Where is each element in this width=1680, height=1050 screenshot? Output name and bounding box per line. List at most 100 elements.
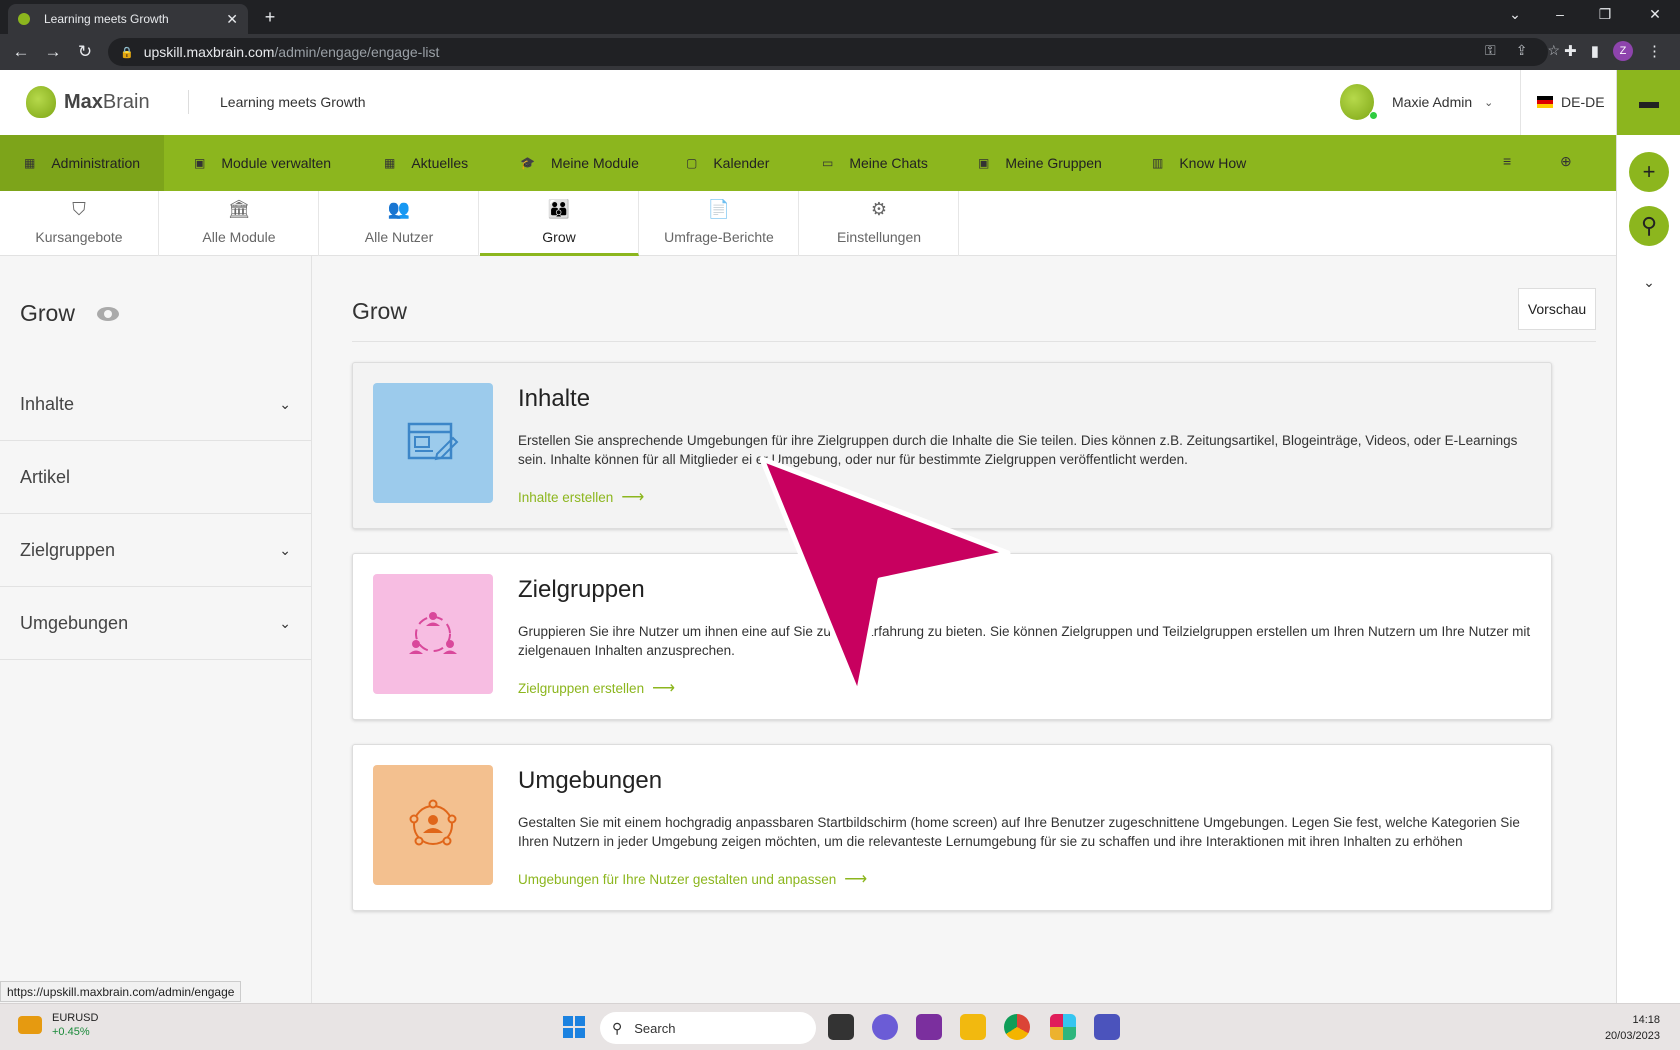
tab-grow[interactable]: 👪 Grow bbox=[480, 191, 639, 256]
calendar-icon: ▢ bbox=[686, 156, 698, 170]
umgebungen-gestalten-link[interactable]: Umgebungen für Ihre Nutzer gestalten und… bbox=[518, 869, 867, 889]
more-menu-icon[interactable]: ⋮ bbox=[1647, 42, 1662, 60]
language-label: DE-DE bbox=[1561, 94, 1605, 110]
browser-edit-icon bbox=[373, 383, 493, 503]
sidebar-item-label: Zielgruppen bbox=[20, 539, 116, 560]
teams-chat-icon[interactable] bbox=[872, 1014, 898, 1040]
tab-einstellungen[interactable]: ⚙ Einstellungen bbox=[800, 191, 959, 256]
folder-icon: ▣ bbox=[194, 156, 206, 170]
task-view-icon[interactable] bbox=[828, 1014, 854, 1040]
sidebar-title: Grow bbox=[20, 300, 119, 327]
chat-icon: ▭ bbox=[822, 156, 834, 170]
report-icon: 📄 bbox=[707, 199, 731, 219]
forward-arrow-icon[interactable]: → bbox=[42, 42, 64, 62]
new-tab-button[interactable]: + bbox=[258, 6, 282, 30]
search-placeholder: Search bbox=[634, 1020, 676, 1036]
sidebar-item-umgebungen[interactable]: Umgebungen ⌄ bbox=[0, 587, 311, 660]
nav-item-meine-chats[interactable]: ▭ Meine Chats bbox=[822, 135, 928, 191]
tab-label: Alle Module bbox=[202, 229, 276, 245]
teams-icon[interactable] bbox=[1094, 1014, 1120, 1040]
tab-label: Umfrage-Berichte bbox=[664, 229, 774, 245]
add-button[interactable]: + bbox=[1629, 152, 1669, 192]
preview-button[interactable]: Vorschau bbox=[1518, 288, 1596, 330]
card-umgebungen: Umgebungen Gestalten Sie mit einem hochg… bbox=[352, 744, 1552, 911]
nav-item-kalender[interactable]: ▢ Kalender bbox=[686, 135, 769, 191]
arrow-right-icon: ⟶ bbox=[652, 680, 676, 697]
onenote-icon[interactable] bbox=[916, 1014, 942, 1040]
nav-item-administration[interactable]: ▦ Administration bbox=[0, 135, 165, 191]
side-panel-icon[interactable]: ▮ bbox=[1591, 42, 1599, 60]
sidebar-title-text: Grow bbox=[20, 300, 75, 326]
course-offer-icon: ⛉ bbox=[72, 199, 86, 219]
tab-search-chevron-icon[interactable]: ⌄ bbox=[1500, 6, 1530, 23]
inhalte-erstellen-link[interactable]: Inhalte erstellen ⟶ bbox=[518, 487, 644, 507]
sidebar-item-artikel[interactable]: Artikel bbox=[0, 441, 311, 514]
nav-label: Administration bbox=[51, 155, 141, 171]
group-icon: 👪 bbox=[547, 199, 571, 219]
title-divider bbox=[352, 341, 1596, 342]
clock-time: 14:18 bbox=[1632, 1014, 1660, 1026]
add-circle-icon[interactable]: ⊕ bbox=[1560, 153, 1572, 170]
sidebar-item-zielgruppen[interactable]: Zielgruppen ⌄ bbox=[0, 514, 311, 587]
tab-alle-nutzer[interactable]: 👥 Alle Nutzer bbox=[320, 191, 479, 256]
file-explorer-icon[interactable] bbox=[960, 1014, 986, 1040]
tagline: Learning meets Growth bbox=[220, 94, 366, 110]
language-divider bbox=[1520, 70, 1521, 135]
search-icon[interactable]: ⚲ bbox=[1629, 206, 1669, 246]
nav-label: Kalender bbox=[713, 155, 770, 171]
tab-alle-module[interactable]: 🏛 Alle Module bbox=[160, 191, 319, 256]
main-navigation: ▦ Administration ▣ Module verwalten ▦ Ak… bbox=[0, 135, 1616, 191]
tab-umfrage-berichte[interactable]: 📄 Umfrage-Berichte bbox=[640, 191, 799, 256]
nav-label: Meine Gruppen bbox=[1005, 155, 1102, 171]
zielgruppen-erstellen-link[interactable]: Zielgruppen erstellen ⟶ bbox=[518, 678, 675, 698]
nav-item-meine-gruppen[interactable]: ▣ Meine Gruppen bbox=[978, 135, 1102, 191]
profile-avatar[interactable]: Z bbox=[1613, 41, 1633, 61]
close-window-button[interactable]: ✕ bbox=[1640, 6, 1670, 23]
chevron-down-icon: ⌄ bbox=[279, 395, 291, 412]
clock-date: 20/03/2023 bbox=[1604, 1030, 1660, 1042]
right-rail: ▬ + ⚲ ⌄ bbox=[1616, 70, 1680, 1003]
chat-bubble-button[interactable]: ▬ bbox=[1617, 70, 1680, 135]
sidebar-item-inhalte[interactable]: Inhalte ⌄ bbox=[0, 368, 311, 441]
reload-icon[interactable]: ↻ bbox=[74, 42, 96, 62]
nav-item-aktuelles[interactable]: ▦ Aktuelles bbox=[384, 135, 468, 191]
system-clock[interactable]: 14:18 20/03/2023 bbox=[1605, 1012, 1660, 1044]
close-tab-icon[interactable]: ✕ bbox=[226, 11, 238, 28]
browser-toolbar: ← → ↻ 🔒 upskill.maxbrain.com/admin/engag… bbox=[0, 34, 1680, 70]
star-icon[interactable]: ☆ bbox=[1547, 42, 1560, 59]
collapse-menu-icon[interactable]: ≡ bbox=[1503, 153, 1511, 169]
address-bar[interactable]: 🔒 upskill.maxbrain.com/admin/engage/enga… bbox=[108, 38, 1548, 66]
slack-icon[interactable] bbox=[1050, 1014, 1076, 1040]
language-selector[interactable]: DE-DE bbox=[1537, 94, 1605, 110]
back-arrow-icon[interactable]: ← bbox=[10, 42, 32, 62]
key-icon[interactable]: ⚿ bbox=[1485, 42, 1496, 59]
url-text: upskill.maxbrain.com/admin/engage/engage… bbox=[144, 44, 440, 60]
nav-label: Know How bbox=[1179, 155, 1247, 171]
link-label: Zielgruppen erstellen bbox=[518, 680, 645, 696]
puzzle-extensions-icon[interactable]: ✚ bbox=[1564, 42, 1577, 60]
taskbar-search[interactable]: ⚲ Search bbox=[600, 1012, 816, 1044]
dashboard-icon: ▦ bbox=[24, 156, 36, 170]
windows-start-icon[interactable] bbox=[563, 1016, 585, 1038]
browser-tab[interactable]: Learning meets Growth ✕ bbox=[8, 4, 248, 34]
nav-label: Aktuelles bbox=[411, 155, 469, 171]
link-label: Umgebungen für Ihre Nutzer gestalten und… bbox=[518, 871, 837, 887]
restore-button[interactable]: ❐ bbox=[1590, 6, 1620, 23]
minimize-button[interactable]: – bbox=[1545, 6, 1575, 22]
nav-item-module-verwalten[interactable]: ▣ Module verwalten bbox=[194, 135, 331, 191]
chevron-down-icon[interactable]: ⌄ bbox=[1617, 274, 1680, 291]
user-menu[interactable]: Maxie Admin ⌄ bbox=[1340, 84, 1493, 120]
extension-area: ✚ ▮ Z ⋮ bbox=[1564, 41, 1662, 61]
tab-kursangebote[interactable]: ⛉ Kursangebote bbox=[0, 191, 159, 256]
brand-light: Brain bbox=[102, 90, 150, 113]
stock-ticker-widget[interactable]: EURUSD +0.45% bbox=[18, 1012, 98, 1038]
chrome-icon[interactable] bbox=[1004, 1014, 1030, 1040]
nav-item-know-how[interactable]: ▥ Know How bbox=[1152, 135, 1246, 191]
institution-icon: 🏛 bbox=[227, 199, 251, 219]
maxbrain-logo[interactable]: MaxBrain bbox=[26, 86, 150, 118]
share-icon[interactable]: ⇪ bbox=[1516, 42, 1528, 59]
url-host: upskill.maxbrain.com bbox=[143, 44, 275, 60]
nav-item-meine-module[interactable]: 🎓 Meine Module bbox=[520, 135, 639, 191]
eye-icon[interactable] bbox=[96, 306, 119, 321]
nav-label: Meine Chats bbox=[849, 155, 928, 171]
